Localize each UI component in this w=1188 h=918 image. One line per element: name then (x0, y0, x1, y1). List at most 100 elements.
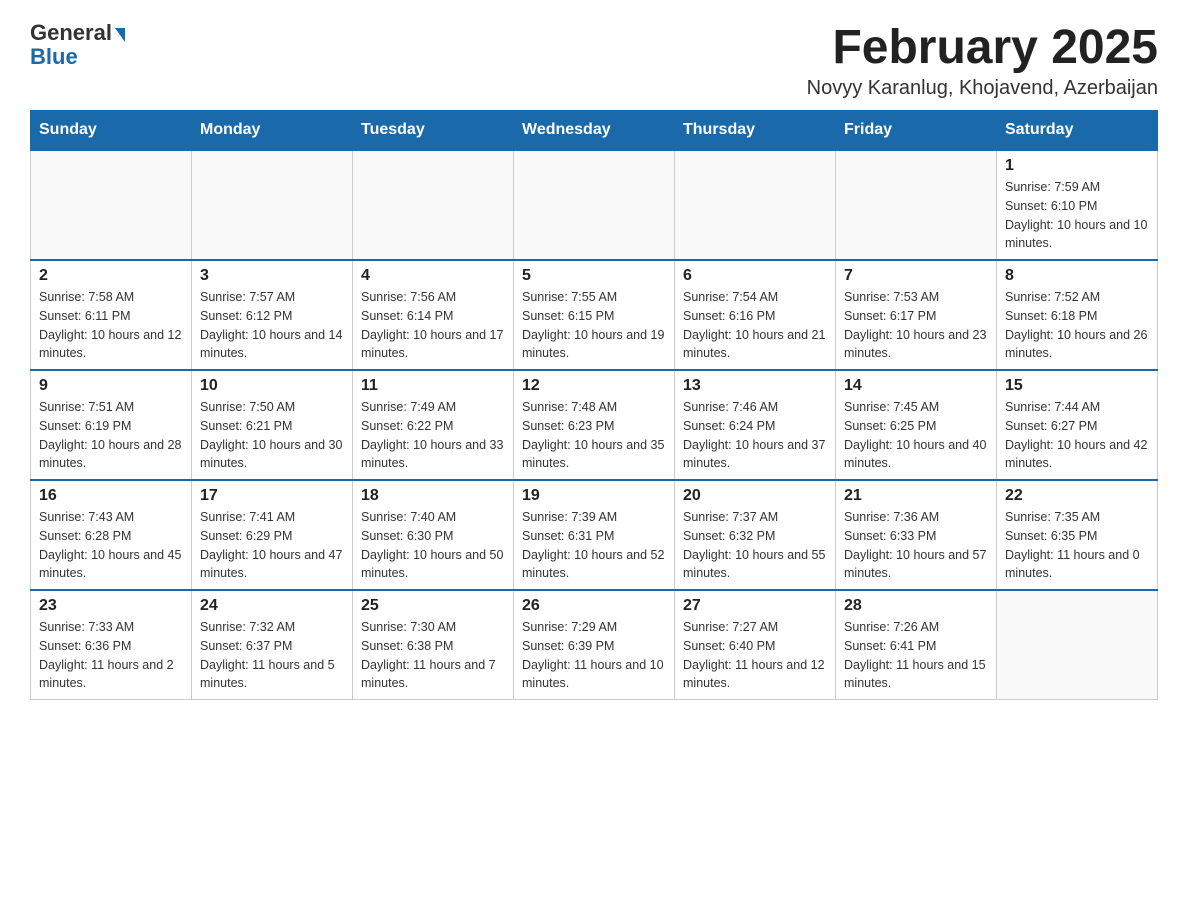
day-info: Sunrise: 7:57 AMSunset: 6:12 PMDaylight:… (200, 288, 344, 363)
calendar-cell: 15 Sunrise: 7:44 AMSunset: 6:27 PMDayligh… (997, 370, 1158, 480)
day-of-week-tuesday: Tuesday (353, 111, 514, 151)
day-number: 10 (200, 377, 344, 395)
day-info: Sunrise: 7:56 AMSunset: 6:14 PMDaylight:… (361, 288, 505, 363)
calendar-cell: 11 Sunrise: 7:49 AMSunset: 6:22 PMDayligh… (353, 370, 514, 480)
day-number: 20 (683, 487, 827, 505)
calendar-cell: 27 Sunrise: 7:27 AMSunset: 6:40 PMDayligh… (675, 590, 836, 700)
day-info: Sunrise: 7:27 AMSunset: 6:40 PMDaylight:… (683, 618, 827, 693)
calendar-cell: 22Sunrise: 7:35 AMSunset: 6:35 PMDayligh… (997, 480, 1158, 590)
day-number: 24 (200, 597, 344, 615)
calendar-cell: 23 Sunrise: 7:33 AMSunset: 6:36 PMDayligh… (31, 590, 192, 700)
calendar-cell: 18 Sunrise: 7:40 AMSunset: 6:30 PMDayligh… (353, 480, 514, 590)
calendar-cell: 8 Sunrise: 7:52 AMSunset: 6:18 PMDaylight… (997, 260, 1158, 370)
day-info: Sunrise: 7:59 AMSunset: 6:10 PMDaylight:… (1005, 178, 1149, 253)
day-number: 23 (39, 597, 183, 615)
calendar-cell (514, 150, 675, 260)
day-number: 14 (844, 377, 988, 395)
day-info: Sunrise: 7:49 AMSunset: 6:22 PMDaylight:… (361, 398, 505, 473)
day-info: Sunrise: 7:39 AMSunset: 6:31 PMDaylight:… (522, 508, 666, 583)
page-header: General Blue February 2025 Novyy Karanlu… (30, 20, 1158, 100)
day-number: 11 (361, 377, 505, 395)
logo-blue-text: Blue (30, 44, 78, 70)
day-info: Sunrise: 7:36 AMSunset: 6:33 PMDaylight:… (844, 508, 988, 583)
calendar-cell: 10 Sunrise: 7:50 AMSunset: 6:21 PMDayligh… (192, 370, 353, 480)
day-info: Sunrise: 7:41 AMSunset: 6:29 PMDaylight:… (200, 508, 344, 583)
calendar-cell: 24 Sunrise: 7:32 AMSunset: 6:37 PMDayligh… (192, 590, 353, 700)
day-of-week-saturday: Saturday (997, 111, 1158, 151)
calendar-cell: 14 Sunrise: 7:45 AMSunset: 6:25 PMDayligh… (836, 370, 997, 480)
day-number: 7 (844, 267, 988, 285)
logo: General Blue (30, 20, 125, 70)
calendar-cell (836, 150, 997, 260)
day-info: Sunrise: 7:54 AMSunset: 6:16 PMDaylight:… (683, 288, 827, 363)
calendar-cell: 3Sunrise: 7:57 AMSunset: 6:12 PMDaylight… (192, 260, 353, 370)
calendar-cell: 4 Sunrise: 7:56 AMSunset: 6:14 PMDaylight… (353, 260, 514, 370)
calendar-body: 1 Sunrise: 7:59 AMSunset: 6:10 PMDaylight… (31, 150, 1158, 700)
day-info: Sunrise: 7:45 AMSunset: 6:25 PMDaylight:… (844, 398, 988, 473)
day-number: 4 (361, 267, 505, 285)
days-of-week-row: SundayMondayTuesdayWednesdayThursdayFrid… (31, 111, 1158, 151)
week-row-5: 23 Sunrise: 7:33 AMSunset: 6:36 PMDayligh… (31, 590, 1158, 700)
month-title: February 2025 (807, 20, 1158, 75)
day-of-week-sunday: Sunday (31, 111, 192, 151)
calendar-cell (353, 150, 514, 260)
day-info: Sunrise: 7:26 AMSunset: 6:41 PMDaylight:… (844, 618, 988, 693)
calendar-cell (997, 590, 1158, 700)
day-number: 1 (1005, 157, 1149, 175)
week-row-4: 16Sunrise: 7:43 AMSunset: 6:28 PMDayligh… (31, 480, 1158, 590)
day-number: 22 (1005, 487, 1149, 505)
week-row-3: 9Sunrise: 7:51 AMSunset: 6:19 PMDaylight… (31, 370, 1158, 480)
day-info: Sunrise: 7:52 AMSunset: 6:18 PMDaylight:… (1005, 288, 1149, 363)
day-number: 13 (683, 377, 827, 395)
calendar-cell: 2 Sunrise: 7:58 AMSunset: 6:11 PMDaylight… (31, 260, 192, 370)
calendar-cell: 26 Sunrise: 7:29 AMSunset: 6:39 PMDayligh… (514, 590, 675, 700)
day-info: Sunrise: 7:32 AMSunset: 6:37 PMDaylight:… (200, 618, 344, 693)
day-number: 18 (361, 487, 505, 505)
day-info: Sunrise: 7:40 AMSunset: 6:30 PMDaylight:… (361, 508, 505, 583)
logo-general-text: General (30, 20, 125, 46)
calendar-cell: 17 Sunrise: 7:41 AMSunset: 6:29 PMDayligh… (192, 480, 353, 590)
calendar-cell: 20 Sunrise: 7:37 AMSunset: 6:32 PMDayligh… (675, 480, 836, 590)
day-number: 26 (522, 597, 666, 615)
day-number: 27 (683, 597, 827, 615)
logo-arrow-icon (115, 28, 125, 42)
day-info: Sunrise: 7:37 AMSunset: 6:32 PMDaylight:… (683, 508, 827, 583)
week-row-2: 2 Sunrise: 7:58 AMSunset: 6:11 PMDaylight… (31, 260, 1158, 370)
day-info: Sunrise: 7:48 AMSunset: 6:23 PMDaylight:… (522, 398, 666, 473)
day-number: 19 (522, 487, 666, 505)
day-number: 2 (39, 267, 183, 285)
day-number: 25 (361, 597, 505, 615)
calendar-cell (192, 150, 353, 260)
day-of-week-monday: Monday (192, 111, 353, 151)
calendar-cell: 16Sunrise: 7:43 AMSunset: 6:28 PMDayligh… (31, 480, 192, 590)
day-info: Sunrise: 7:58 AMSunset: 6:11 PMDaylight:… (39, 288, 183, 363)
calendar-cell: 21 Sunrise: 7:36 AMSunset: 6:33 PMDayligh… (836, 480, 997, 590)
day-number: 17 (200, 487, 344, 505)
calendar-cell: 25Sunrise: 7:30 AMSunset: 6:38 PMDayligh… (353, 590, 514, 700)
day-info: Sunrise: 7:33 AMSunset: 6:36 PMDaylight:… (39, 618, 183, 693)
calendar-cell: 19 Sunrise: 7:39 AMSunset: 6:31 PMDayligh… (514, 480, 675, 590)
day-info: Sunrise: 7:50 AMSunset: 6:21 PMDaylight:… (200, 398, 344, 473)
calendar-table: SundayMondayTuesdayWednesdayThursdayFrid… (30, 110, 1158, 700)
week-row-1: 1 Sunrise: 7:59 AMSunset: 6:10 PMDaylight… (31, 150, 1158, 260)
day-number: 16 (39, 487, 183, 505)
day-number: 15 (1005, 377, 1149, 395)
day-number: 21 (844, 487, 988, 505)
calendar-cell (31, 150, 192, 260)
calendar-cell: 1 Sunrise: 7:59 AMSunset: 6:10 PMDaylight… (997, 150, 1158, 260)
day-of-week-friday: Friday (836, 111, 997, 151)
location-label: Novyy Karanlug, Khojavend, Azerbaijan (807, 77, 1158, 100)
calendar-header: SundayMondayTuesdayWednesdayThursdayFrid… (31, 111, 1158, 151)
day-of-week-thursday: Thursday (675, 111, 836, 151)
calendar-cell: 5Sunrise: 7:55 AMSunset: 6:15 PMDaylight… (514, 260, 675, 370)
day-info: Sunrise: 7:44 AMSunset: 6:27 PMDaylight:… (1005, 398, 1149, 473)
day-number: 12 (522, 377, 666, 395)
logo-general-label: General (30, 20, 112, 46)
calendar-cell: 28Sunrise: 7:26 AMSunset: 6:41 PMDayligh… (836, 590, 997, 700)
calendar-cell: 12 Sunrise: 7:48 AMSunset: 6:23 PMDayligh… (514, 370, 675, 480)
day-number: 8 (1005, 267, 1149, 285)
day-number: 5 (522, 267, 666, 285)
day-info: Sunrise: 7:29 AMSunset: 6:39 PMDaylight:… (522, 618, 666, 693)
day-info: Sunrise: 7:51 AMSunset: 6:19 PMDaylight:… (39, 398, 183, 473)
calendar-cell: 9Sunrise: 7:51 AMSunset: 6:19 PMDaylight… (31, 370, 192, 480)
